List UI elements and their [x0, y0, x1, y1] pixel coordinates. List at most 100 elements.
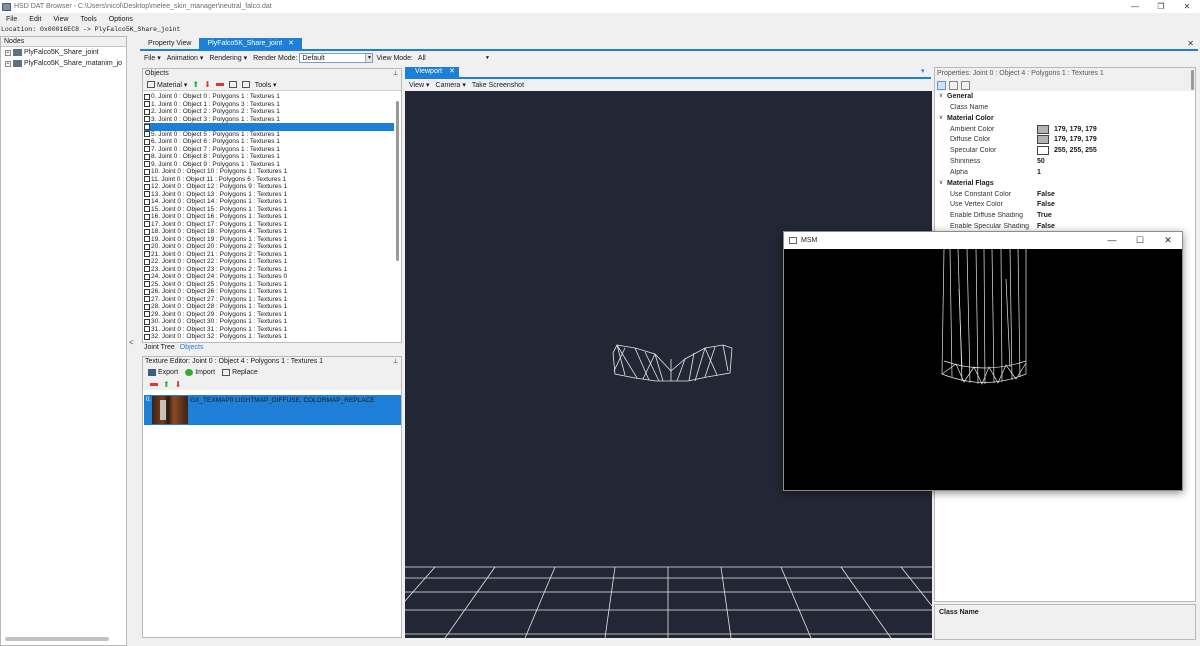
menu-tools[interactable]: Tools	[74, 16, 102, 23]
view-mode-select[interactable]: All ▼	[416, 53, 490, 63]
texture-item[interactable]: 0. GX_TEXMAP0 LIGHTMAP_DIFFUSE, COLORMAP…	[144, 395, 401, 425]
expand-icon[interactable]: +	[5, 49, 11, 56]
object-list-item[interactable]: 26. Joint 0 : Object 26 : Polygons 1 : T…	[144, 288, 394, 296]
msm-preview-canvas[interactable]	[784, 248, 1182, 490]
tab-viewport[interactable]: Viewport ✕	[405, 67, 459, 77]
delete-icon[interactable]	[215, 83, 224, 86]
object-list-item[interactable]: 32. Joint 0 : Object 32 : Polygons 1 : T…	[144, 333, 394, 341]
close-document-icon[interactable]: ✕	[1187, 39, 1194, 48]
property-value[interactable]: False	[1037, 223, 1195, 230]
property-row[interactable]: Shininess 50	[935, 156, 1195, 167]
object-list-item[interactable]: 17. Joint 0 : Object 17 : Polygons 1 : T…	[144, 221, 394, 229]
object-list-item[interactable]: 8. Joint 0 : Object 8 : Polygons 1 : Tex…	[144, 153, 394, 161]
object-list-item[interactable]: 27. Joint 0 : Object 27 : Polygons 1 : T…	[144, 296, 394, 304]
object-list-item[interactable]: 22. Joint 0 : Object 22 : Polygons 1 : T…	[144, 258, 394, 266]
maximize-icon[interactable]: ☐	[1126, 232, 1154, 249]
menu-edit[interactable]: Edit	[23, 16, 47, 23]
menu-view[interactable]: View	[47, 16, 74, 23]
property-row[interactable]: Use Constant Color False	[935, 189, 1195, 200]
node-item[interactable]: + PlyFalco5K_Share_joint	[1, 47, 126, 58]
category-general[interactable]: v General	[935, 91, 1195, 102]
camera-menu-button[interactable]: Camera ▾	[436, 81, 466, 89]
property-pages-icon[interactable]	[961, 80, 970, 90]
image-icon[interactable]	[241, 81, 250, 88]
close-tab-icon[interactable]: ✕	[449, 68, 455, 75]
minimize-icon[interactable]: —	[1122, 0, 1148, 13]
take-screenshot-button[interactable]: Take Screenshot	[472, 82, 524, 89]
move-down-icon[interactable]: ⬇	[175, 380, 182, 389]
material-dropdown[interactable]: Material ▾	[147, 81, 187, 89]
move-up-icon[interactable]: ⬆	[163, 380, 170, 389]
import-button[interactable]: Import	[185, 369, 215, 376]
tools-dropdown[interactable]: Tools ▾	[255, 81, 277, 89]
minimize-icon[interactable]: —	[1098, 232, 1126, 249]
animation-menu-button[interactable]: Animation ▾	[167, 54, 204, 62]
delete-icon[interactable]	[150, 381, 158, 388]
object-list-item[interactable]: 25. Joint 0 : Object 25 : Polygons 1 : T…	[144, 281, 394, 289]
collapse-arrow-icon[interactable]: <	[129, 338, 134, 347]
object-list-item[interactable]: 9. Joint 0 : Object 9 : Polygons 1 : Tex…	[144, 161, 394, 169]
tab-share-joint[interactable]: PlyFalco5K_Share_joint ✕	[199, 38, 303, 49]
expand-icon[interactable]: +	[5, 60, 11, 67]
node-item[interactable]: + PlyFalco5K_Share_matanim_jo	[1, 58, 126, 69]
menu-file[interactable]: File	[0, 16, 23, 23]
sort-alphabetical-icon[interactable]	[949, 80, 958, 90]
object-list-item[interactable]: 29. Joint 0 : Object 29 : Polygons 1 : T…	[144, 311, 394, 319]
object-list-item[interactable]: 3. Joint 0 : Object 3 : Polygons 1 : Tex…	[144, 116, 394, 124]
property-value[interactable]: True	[1037, 212, 1195, 219]
pin-icon[interactable]: ⊥	[393, 357, 398, 367]
tab-joint-tree[interactable]: Joint Tree	[144, 344, 175, 353]
property-value[interactable]: 255, 255, 255	[1054, 147, 1097, 154]
object-list-item[interactable]: 4. Joint 0 : Object 4 : Polygons 1 : Tex…	[144, 123, 394, 131]
object-list-item[interactable]: 0. Joint 0 : Object 0 : Polygons 1 : Tex…	[144, 93, 394, 101]
vertical-scrollbar[interactable]	[1191, 70, 1194, 90]
object-list-item[interactable]: 19. Joint 0 : Object 19 : Polygons 1 : T…	[144, 236, 394, 244]
move-down-icon[interactable]: ⬇	[204, 80, 211, 89]
object-list-item[interactable]: 31. Joint 0 : Object 31 : Polygons 1 : T…	[144, 326, 394, 334]
vertical-scrollbar[interactable]	[396, 101, 399, 261]
property-row[interactable]: Enable Diffuse Shading True	[935, 210, 1195, 221]
category-material-flags[interactable]: v Material Flags	[935, 177, 1195, 189]
menu-options[interactable]: Options	[103, 16, 139, 23]
categorized-icon[interactable]	[937, 80, 946, 90]
object-list-item[interactable]: 2. Joint 0 : Object 2 : Polygons 2 : Tex…	[144, 108, 394, 116]
object-list-item[interactable]: 16. Joint 0 : Object 16 : Polygons 1 : T…	[144, 213, 394, 221]
object-list-item[interactable]: 20. Joint 0 : Object 20 : Polygons 2 : T…	[144, 243, 394, 251]
property-value[interactable]: False	[1037, 201, 1195, 208]
object-list-item[interactable]: 6. Joint 0 : Object 6 : Polygons 1 : Tex…	[144, 138, 394, 146]
property-value[interactable]: False	[1037, 191, 1195, 198]
pin-icon[interactable]: ⊥	[393, 69, 398, 79]
object-list-item[interactable]: 12. Joint 0 : Object 12 : Polygons 9 : T…	[144, 183, 394, 191]
tab-objects[interactable]: Objects	[180, 344, 204, 353]
color-swatch[interactable]	[1037, 124, 1049, 134]
color-swatch[interactable]	[1037, 135, 1049, 145]
horizontal-scrollbar[interactable]	[5, 637, 109, 641]
object-list-item[interactable]: 5. Joint 0 : Object 5 : Polygons 1 : Tex…	[144, 131, 394, 139]
file-menu-button[interactable]: File ▾	[144, 54, 161, 62]
color-swatch[interactable]	[1037, 146, 1049, 156]
msm-window[interactable]: MSM — ☐ ✕	[783, 231, 1183, 491]
close-tab-icon[interactable]: ✕	[288, 40, 294, 47]
property-value[interactable]: 179, 179, 179	[1054, 136, 1097, 143]
rendering-menu-button[interactable]: Rendering ▾	[209, 54, 247, 62]
tab-property-view[interactable]: Property View	[140, 38, 199, 49]
property-row[interactable]: Specular Color 255, 255, 255	[935, 145, 1195, 156]
chevron-down-icon[interactable]: ▾	[921, 67, 925, 75]
maximize-icon[interactable]: ❐	[1148, 0, 1174, 13]
msm-title-bar[interactable]: MSM — ☐ ✕	[784, 232, 1182, 249]
object-list-item[interactable]: 21. Joint 0 : Object 21 : Polygons 2 : T…	[144, 251, 394, 259]
move-up-icon[interactable]: ⬆	[192, 80, 199, 89]
property-row[interactable]: Use Vertex Color False	[935, 200, 1195, 211]
property-row[interactable]: Alpha 1	[935, 167, 1195, 178]
grid-icon[interactable]	[228, 81, 237, 88]
object-list-item[interactable]: 13. Joint 0 : Object 13 : Polygons 1 : T…	[144, 191, 394, 199]
property-row[interactable]: Ambient Color 179, 179, 179	[935, 124, 1195, 135]
property-value[interactable]: 179, 179, 179	[1054, 126, 1097, 133]
object-list-item[interactable]: 24. Joint 0 : Object 24 : Polygons 1 : T…	[144, 273, 394, 281]
panel-splitter[interactable]: <	[127, 36, 139, 646]
object-list-item[interactable]: 23. Joint 0 : Object 23 : Polygons 2 : T…	[144, 266, 394, 274]
export-button[interactable]: Export	[148, 369, 178, 376]
object-list-item[interactable]: 10. Joint 0 : Object 10 : Polygons 1 : T…	[144, 168, 394, 176]
object-list-item[interactable]: 18. Joint 0 : Object 18 : Polygons 4 : T…	[144, 228, 394, 236]
object-list-item[interactable]: 28. Joint 0 : Object 28 : Polygons 1 : T…	[144, 303, 394, 311]
